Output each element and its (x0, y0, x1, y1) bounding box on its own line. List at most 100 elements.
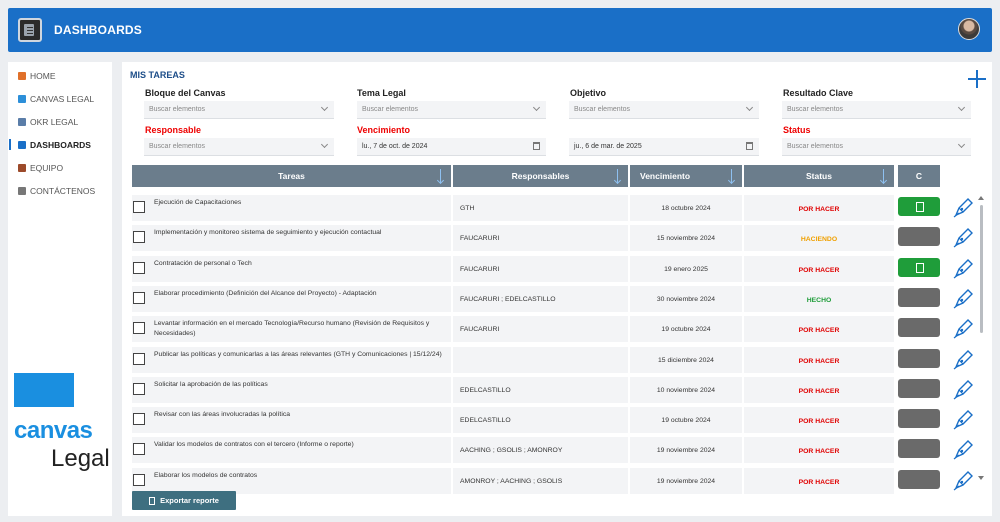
column-header-status[interactable]: Status (744, 165, 894, 187)
edit-pen-icon[interactable] (952, 195, 976, 219)
vencimiento-to-date[interactable]: ju., 6 de mar. de 2025 (569, 138, 759, 156)
table-row: Revisar con las áreas involucradas la po… (132, 407, 973, 434)
add-icon[interactable] (966, 68, 988, 90)
column-header-tareas[interactable]: Tareas (132, 165, 451, 187)
section-title: MIS TAREAS (130, 70, 185, 80)
action-button[interactable] (898, 439, 940, 459)
responsables-text: EDELCASTILLO (460, 386, 511, 394)
responsables-text: FAUCARURI (460, 235, 500, 243)
sort-icon[interactable] (881, 169, 886, 183)
canvas-legal-logo: canvas Legal (14, 373, 112, 472)
chevron-down-icon (320, 103, 329, 112)
action-button[interactable] (898, 318, 940, 338)
vencimiento-text: 19 noviembre 2024 (656, 447, 716, 455)
vencimiento-cell: 19 noviembre 2024 (630, 437, 742, 464)
row-checkbox[interactable] (133, 261, 145, 274)
vencimiento-cell: 19 octubre 2024 (630, 316, 742, 343)
action-button[interactable] (898, 409, 940, 429)
responsables-cell: FAUCARURI (453, 225, 628, 252)
sort-icon[interactable] (729, 169, 734, 183)
responsables-text: AACHING ; GSOLIS ; AMONROY (460, 447, 563, 455)
responsable-dropdown[interactable]: Buscar elementos (144, 138, 334, 156)
table-row: Publicar las políticas y comunicarlas a … (132, 346, 973, 373)
edit-pen-icon[interactable] (952, 347, 976, 371)
sidebar-item-equipo[interactable]: EQUIPO (18, 163, 63, 173)
document-button[interactable] (898, 197, 940, 216)
table-row: Levantar información en el mercado Tecno… (132, 316, 973, 343)
edit-pen-icon[interactable] (952, 225, 976, 249)
sidebar-item-home[interactable]: HOME (18, 71, 56, 81)
vencimiento-cell: 19 octubre 2024 (630, 407, 742, 434)
status-badge: POR HACER (798, 478, 840, 486)
edit-pen-icon[interactable] (952, 407, 976, 431)
responsables-cell: FAUCARURI ; EDELCASTILLO (453, 285, 628, 312)
document-button[interactable] (898, 257, 940, 277)
sort-icon[interactable] (438, 169, 443, 183)
task-cell: Elaborar procedimiento (Definición del A… (132, 285, 451, 312)
sidebar-item-contáctenos[interactable]: CONTÁCTENOS (18, 186, 95, 196)
row-checkbox[interactable] (133, 291, 145, 304)
table-row: Implementación y monitoreo sistema de se… (132, 225, 973, 252)
sidebar-item-dashboards[interactable]: DASHBOARDS (9, 139, 91, 150)
vencimiento-cell: 10 noviembre 2024 (630, 376, 742, 403)
row-checkbox[interactable] (133, 352, 145, 365)
sort-icon[interactable] (615, 169, 620, 183)
task-cell: Levantar información en el mercado Tecno… (132, 316, 451, 343)
edit-pen-icon[interactable] (952, 316, 976, 340)
sidebar-item-label: DASHBOARDS (30, 140, 91, 150)
row-checkbox[interactable] (133, 322, 145, 335)
vencimiento-from-date[interactable]: lu., 7 de oct. de 2024 (357, 138, 546, 156)
bloque-canvas-dropdown[interactable]: Buscar elementos (144, 101, 334, 119)
tema-legal-dropdown[interactable]: Buscar elementos (357, 101, 546, 119)
edit-pen-icon[interactable] (952, 286, 976, 310)
vencimiento-text: 19 octubre 2024 (661, 417, 711, 425)
filter-label-resultado: Resultado Clave (783, 88, 854, 98)
status-badge: POR HACER (798, 418, 840, 426)
status-cell: POR HACER (744, 316, 894, 343)
row-checkbox[interactable] (133, 413, 145, 426)
column-header-responsables[interactable]: Responsables (453, 165, 628, 187)
row-checkbox[interactable] (133, 382, 145, 395)
action-button[interactable] (898, 469, 940, 489)
table-row: Solicitar la aprobación de las políticas… (132, 376, 973, 403)
task-cell: Elaborar los modelos de contratos (132, 467, 451, 494)
vencimiento-cell: 30 noviembre 2024 (630, 285, 742, 312)
edit-pen-icon[interactable] (952, 468, 976, 492)
status-cell: POR HACER (744, 376, 894, 403)
sidebar-item-canvas-legal[interactable]: CANVAS LEGAL (18, 94, 94, 104)
chevron-down-icon (745, 103, 754, 112)
row-checkbox[interactable] (133, 201, 145, 213)
edit-pen-icon[interactable] (952, 377, 976, 401)
scroll-down-arrow-icon[interactable] (978, 476, 984, 480)
scroll-up-arrow-icon[interactable] (978, 196, 984, 200)
edit-pen-icon[interactable] (952, 437, 976, 461)
column-header-vencimiento[interactable]: Vencimiento (630, 165, 742, 187)
action-button[interactable] (898, 227, 940, 247)
chevron-down-icon (320, 140, 329, 149)
filter-label-status: Status (783, 125, 811, 135)
row-checkbox[interactable] (133, 443, 145, 456)
vencimiento-text: 18 octubre 2024 (661, 205, 711, 212)
action-button[interactable] (898, 378, 940, 398)
user-avatar[interactable] (958, 18, 980, 40)
action-button[interactable] (898, 287, 940, 307)
edit-pen-icon[interactable] (952, 256, 976, 280)
filter-label-vencimiento: Vencimiento (357, 125, 411, 135)
objetivo-dropdown[interactable]: Buscar elementos (569, 101, 759, 119)
table-scrollbar[interactable] (980, 205, 983, 333)
status-badge: HECHO (806, 296, 832, 304)
resultado-clave-dropdown[interactable]: Buscar elementos (782, 101, 971, 119)
document-icon (149, 496, 156, 505)
row-checkbox[interactable] (133, 473, 145, 486)
row-checkbox[interactable] (133, 231, 145, 244)
status-badge: POR HACER (798, 387, 840, 395)
action-button[interactable] (898, 348, 940, 368)
status-cell: POR HACER (744, 437, 894, 464)
vencimiento-cell: 19 noviembre 2024 (630, 467, 742, 494)
vencimiento-cell: 18 octubre 2024 (630, 195, 742, 221)
vencimiento-cell: 15 noviembre 2024 (630, 225, 742, 252)
export-report-button[interactable]: Exportar reporte (132, 491, 236, 510)
status-dropdown[interactable]: Buscar elementos (782, 138, 971, 156)
status-badge: POR HACER (798, 448, 840, 456)
sidebar-item-okr-legal[interactable]: OKR LEGAL (18, 117, 78, 127)
